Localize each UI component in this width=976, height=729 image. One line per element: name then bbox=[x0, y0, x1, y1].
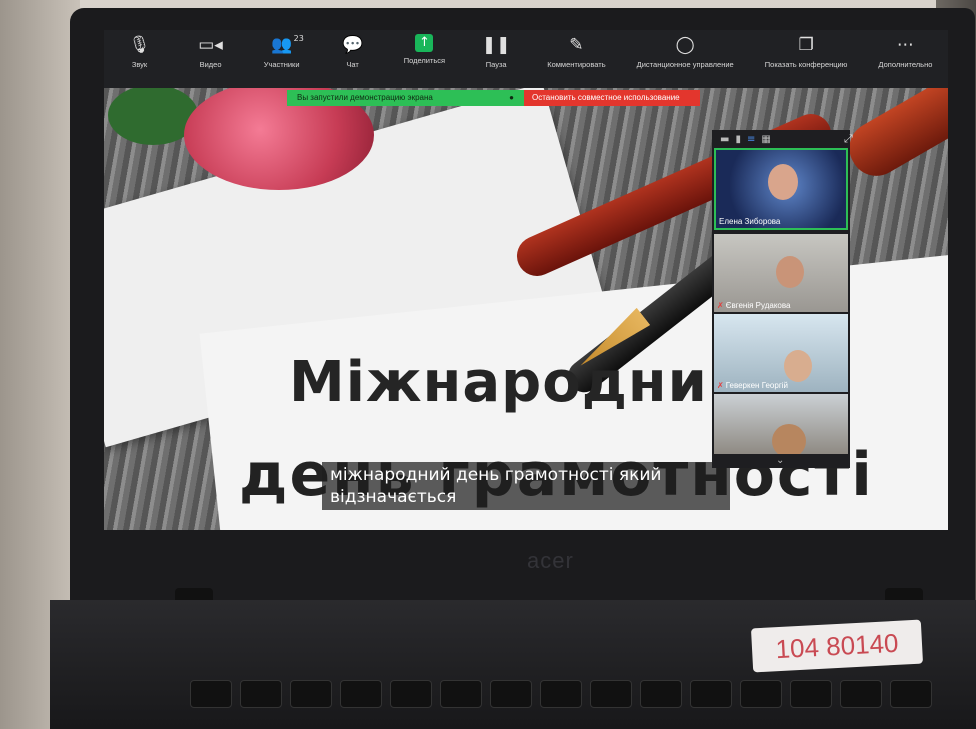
key bbox=[290, 680, 332, 708]
remote-control-icon: ◯ bbox=[675, 35, 695, 55]
caption-line: міжнародний день грамотності який bbox=[330, 465, 662, 485]
participant-video bbox=[768, 164, 798, 200]
participant-tile[interactable]: Елена Зиборова bbox=[714, 148, 848, 230]
speaker-view-icon[interactable]: ≡ bbox=[747, 134, 755, 145]
share-status-banner: Вы запустили демонстрацию экрана ● Остан… bbox=[287, 90, 700, 106]
participant-video bbox=[772, 424, 806, 454]
participants-count: 23 bbox=[293, 34, 304, 43]
toolbar-label: Показать конференцию bbox=[764, 60, 848, 69]
meeting-toolbar: 🎙 Звук ▭◂ Видео 👥 23 Участники 💬 Чат ↑ П… bbox=[104, 30, 948, 88]
gallery-view-icon[interactable]: ▦ bbox=[761, 134, 770, 145]
laptop-brand-logo: acer bbox=[527, 548, 574, 573]
remote-control-button[interactable]: ◯ Дистанционное управление bbox=[637, 34, 734, 69]
participant-tile[interactable] bbox=[714, 394, 848, 454]
minimize-icon[interactable]: ▬ bbox=[720, 134, 729, 145]
participant-name-row: ✗ Геверкен Георгій bbox=[717, 381, 788, 390]
key bbox=[240, 680, 282, 708]
chat-button[interactable]: 💬 Чат bbox=[333, 34, 373, 69]
pause-button[interactable]: ❚❚ Пауза bbox=[476, 34, 516, 69]
chat-icon: 💬 bbox=[342, 35, 364, 55]
show-meeting-icon: ❐ bbox=[798, 35, 814, 55]
key bbox=[790, 680, 832, 708]
caption-line: відзначається bbox=[330, 487, 457, 507]
key bbox=[890, 680, 932, 708]
stop-share-button[interactable]: Остановить совместное использование bbox=[524, 90, 700, 106]
key bbox=[540, 680, 582, 708]
participant-tile[interactable]: ✗ Євгенія Рудакова bbox=[714, 234, 848, 312]
key bbox=[640, 680, 682, 708]
annotate-button[interactable]: ✎ Комментировать bbox=[547, 34, 605, 69]
toolbar-label: Дистанционное управление bbox=[636, 60, 734, 69]
keyboard-function-row bbox=[190, 680, 932, 708]
toolbar-label: Комментировать bbox=[547, 60, 606, 69]
mic-muted-icon: ✗ bbox=[717, 301, 724, 310]
key bbox=[590, 680, 632, 708]
participant-name: Елена Зиборова bbox=[719, 217, 781, 226]
toolbar-label: Звук bbox=[131, 60, 148, 69]
key bbox=[490, 680, 532, 708]
key bbox=[440, 680, 482, 708]
participant-tile[interactable]: ✗ Геверкен Георгій bbox=[714, 314, 848, 392]
audio-button[interactable]: 🎙 Звук bbox=[120, 34, 160, 69]
sharing-status: Вы запустили демонстрацию экрана ● bbox=[287, 90, 524, 106]
share-screen-button[interactable]: ↑ Поделиться bbox=[404, 34, 445, 65]
show-meeting-button[interactable]: ❐ Показать конференцию bbox=[765, 34, 848, 69]
key bbox=[740, 680, 782, 708]
participants-icon: 👥 bbox=[271, 35, 293, 55]
toolbar-label: Участники bbox=[263, 60, 300, 69]
serial-sticker: 104 80140 bbox=[750, 619, 924, 673]
key bbox=[390, 680, 432, 708]
toolbar-label: Чат bbox=[346, 60, 359, 69]
toolbar-label: Пауза bbox=[485, 60, 507, 69]
live-caption: міжнародний день грамотності який відзна… bbox=[322, 462, 730, 510]
key bbox=[690, 680, 732, 708]
annotate-icon: ✎ bbox=[569, 35, 584, 55]
participant-video bbox=[784, 350, 812, 382]
more-icon: ⋯ bbox=[896, 35, 914, 55]
slide-title-line1: Міжнародни bbox=[289, 350, 708, 415]
chevron-down-icon[interactable]: ⌄ bbox=[776, 455, 784, 466]
participants-button[interactable]: 👥 23 Участники bbox=[262, 34, 304, 69]
video-camera-icon: ▭◂ bbox=[198, 35, 223, 55]
more-button[interactable]: ⋯ Дополнительно bbox=[878, 34, 932, 69]
panel-view-controls: ▬ ▮ ≡ ▦ bbox=[712, 130, 850, 148]
stop-share-label: Остановить совместное использование bbox=[532, 93, 680, 102]
pause-icon: ❚❚ bbox=[481, 35, 511, 55]
microphone-icon: 🎙 bbox=[128, 35, 151, 55]
key bbox=[190, 680, 232, 708]
toolbar-label: Видео bbox=[199, 60, 222, 69]
key bbox=[840, 680, 882, 708]
participant-video-panel: ▬ ▮ ≡ ▦ Елена Зиборова ✗ Євгенія Рудакова… bbox=[712, 130, 850, 468]
photo-scene: acer 104 80140 Міжнародни день грамотнос… bbox=[0, 0, 976, 729]
key bbox=[340, 680, 382, 708]
toolbar-label: Поделиться bbox=[403, 56, 446, 65]
participant-video bbox=[776, 256, 804, 288]
share-status-text: Вы запустили демонстрацию экрана bbox=[297, 93, 433, 102]
participant-name: Євгенія Рудакова bbox=[725, 301, 791, 310]
share-screen-icon: ↑ bbox=[415, 34, 434, 52]
video-button[interactable]: ▭◂ Видео bbox=[191, 34, 231, 69]
participant-name: Геверкен Георгій bbox=[725, 381, 788, 390]
view-switch-icon[interactable]: ▮ bbox=[735, 134, 741, 145]
mic-muted-icon: ✗ bbox=[717, 381, 724, 390]
expand-icon[interactable]: ⤢ bbox=[844, 132, 853, 146]
participant-name-row: ✗ Євгенія Рудакова bbox=[717, 301, 790, 310]
shield-icon: ● bbox=[509, 93, 514, 102]
laptop-screen: Міжнародни день грамотності міжнародний … bbox=[104, 30, 948, 530]
toolbar-label: Дополнительно bbox=[878, 60, 933, 69]
